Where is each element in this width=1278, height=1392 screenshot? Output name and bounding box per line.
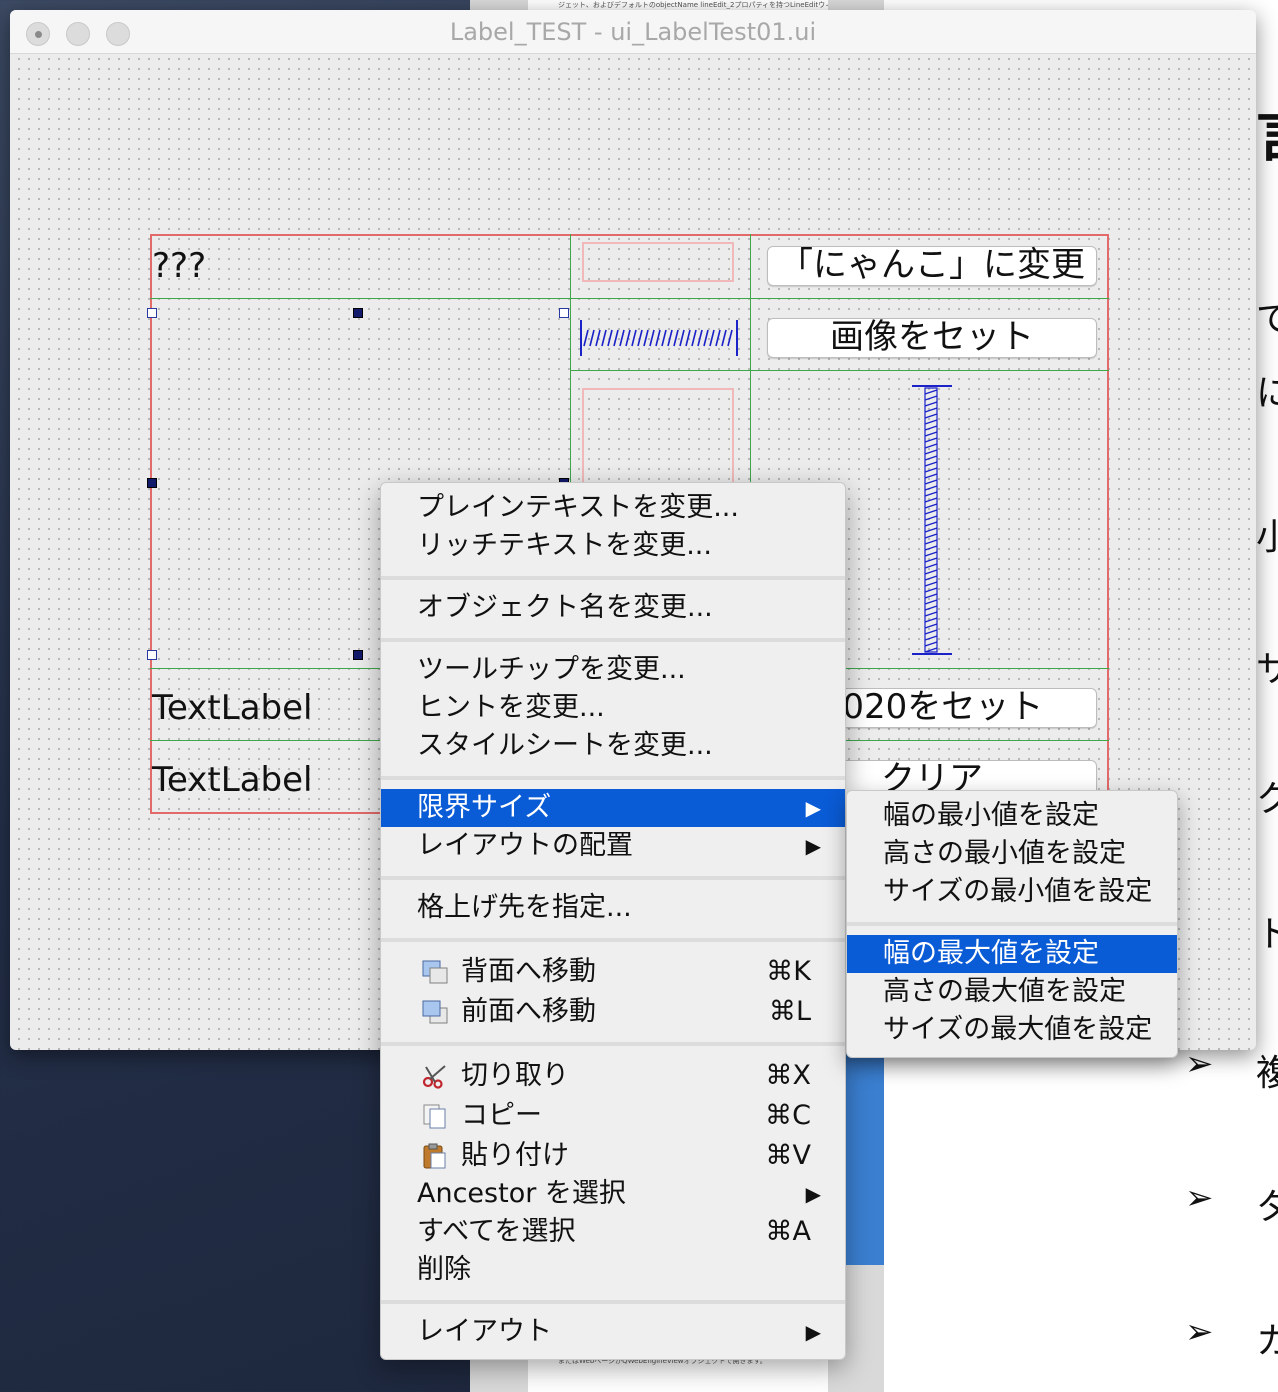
send-to-back-icon: [421, 959, 449, 985]
submenu-item-set-max-size[interactable]: サイズの最大値を設定: [847, 1011, 1177, 1049]
change-to-nyanko-button[interactable]: 「にゃんこ」に変更: [767, 246, 1097, 286]
submenu-arrow-icon: ▶: [806, 827, 821, 865]
menu-item-delete[interactable]: 削除: [381, 1251, 845, 1289]
scissors-icon: [421, 1063, 449, 1089]
selection-handle[interactable]: [147, 478, 157, 488]
background-glyph: ト: [1256, 905, 1278, 957]
menu-item-change-rich-text[interactable]: リッチテキストを変更...: [381, 527, 845, 565]
submenu-item-set-min-height[interactable]: 高さの最小値を設定: [847, 835, 1177, 873]
menu-separator: [381, 638, 845, 642]
menu-separator: [847, 922, 1177, 926]
menu-item-promote-to[interactable]: 格上げ先を指定...: [381, 889, 845, 927]
menu-item-bring-to-front[interactable]: 前面へ移動 ⌘L: [381, 993, 845, 1031]
grid-col-divider: [570, 234, 571, 484]
submenu-arrow-icon: ▶: [806, 789, 821, 827]
menu-separator: [381, 876, 845, 880]
menu-item-change-plain-text[interactable]: プレインテキストを変更...: [381, 489, 845, 527]
selection-handle[interactable]: [559, 308, 569, 318]
layout-border-top: [150, 234, 1109, 236]
grid-col-divider: [750, 234, 751, 484]
set-image-button[interactable]: 画像をセット: [767, 318, 1097, 358]
menu-separator: [381, 776, 845, 780]
background-glyph: 小: [1256, 508, 1278, 560]
background-page-top-text: ジェット、およびデフォルトのobjectName lineEdit_2プロパティ…: [558, 0, 828, 10]
layout-border-right: [1107, 234, 1109, 814]
horizontal-spacer[interactable]: [580, 318, 740, 358]
menu-item-change-hint[interactable]: ヒントを変更...: [381, 689, 845, 727]
submenu-arrow-icon: ▶: [806, 1313, 821, 1351]
background-glyph: カ: [1256, 1312, 1278, 1364]
bullet-arrow-icon: ➢: [1185, 1312, 1214, 1352]
text-label[interactable]: TextLabel: [152, 760, 313, 800]
window-title: Label_TEST - ui_LabelTest01.ui: [10, 18, 1256, 46]
menu-separator: [381, 938, 845, 942]
menu-item-change-object-name[interactable]: オブジェクト名を変更...: [381, 589, 845, 627]
selection-handle[interactable]: [147, 650, 157, 660]
background-glyph: で: [1256, 290, 1278, 342]
bullet-arrow-icon: ➢: [1185, 1044, 1214, 1084]
background-glyph: 複: [1256, 1044, 1278, 1096]
empty-widget-placeholder[interactable]: [582, 388, 734, 484]
text-label[interactable]: TextLabel: [152, 688, 313, 728]
bullet-arrow-icon: ➢: [1185, 1178, 1214, 1218]
background-glyph: ク: [1256, 770, 1278, 822]
submenu-item-set-max-height[interactable]: 高さの最大値を設定: [847, 973, 1177, 1011]
menu-item-change-tooltip[interactable]: ツールチップを変更...: [381, 651, 845, 689]
grid-row-divider: [570, 370, 1109, 371]
copy-icon: [421, 1103, 449, 1129]
background-glyph: に: [1256, 364, 1278, 416]
submenu-item-set-min-size[interactable]: サイズの最小値を設定: [847, 873, 1177, 911]
background-glyph: タ: [1256, 1178, 1278, 1230]
selection-handle[interactable]: [147, 308, 157, 318]
background-glyph: サ: [1256, 640, 1278, 692]
selection-handle[interactable]: [353, 308, 363, 318]
bring-to-front-icon: [421, 999, 449, 1025]
background-glyph: 言: [1256, 88, 1278, 172]
context-menu: プレインテキストを変更... リッチテキストを変更... オブジェクト名を変更.…: [380, 482, 846, 1360]
menu-item-cut[interactable]: 切り取り ⌘X: [381, 1057, 845, 1095]
menu-item-select-ancestor[interactable]: Ancestor を選択 ▶: [381, 1175, 845, 1213]
vertical-spacer[interactable]: [910, 384, 954, 656]
empty-widget-placeholder[interactable]: [582, 242, 734, 282]
window-titlebar[interactable]: Label_TEST - ui_LabelTest01.ui: [10, 10, 1256, 54]
background-blue-strip: [846, 1050, 884, 1265]
selection-handle[interactable]: [353, 650, 363, 660]
menu-separator: [381, 1300, 845, 1304]
menu-item-copy[interactable]: コピー ⌘C: [381, 1097, 845, 1135]
size-constraints-submenu: 幅の最小値を設定 高さの最小値を設定 サイズの最小値を設定 幅の最大値を設定 高…: [846, 790, 1178, 1058]
menu-item-layout[interactable]: レイアウト ▶: [381, 1313, 845, 1351]
menu-item-size-constraints[interactable]: 限界サイズ ▶: [381, 789, 845, 827]
submenu-item-set-max-width[interactable]: 幅の最大値を設定: [847, 935, 1177, 973]
menu-item-lay-out[interactable]: レイアウトの配置 ▶: [381, 827, 845, 865]
menu-item-change-stylesheet[interactable]: スタイルシートを変更...: [381, 727, 845, 765]
grid-row-divider: [150, 298, 1109, 299]
menu-item-select-all[interactable]: すべてを選択 ⌘A: [381, 1213, 845, 1251]
submenu-arrow-icon: ▶: [806, 1175, 821, 1213]
menu-separator: [381, 1042, 845, 1046]
menu-separator: [381, 576, 845, 580]
paste-icon: [421, 1143, 449, 1169]
menu-item-send-to-back[interactable]: 背面へ移動 ⌘K: [381, 953, 845, 991]
label-question[interactable]: ???: [152, 246, 206, 286]
submenu-item-set-min-width[interactable]: 幅の最小値を設定: [847, 797, 1177, 835]
menu-item-paste[interactable]: 貼り付け ⌘V: [381, 1137, 845, 1175]
